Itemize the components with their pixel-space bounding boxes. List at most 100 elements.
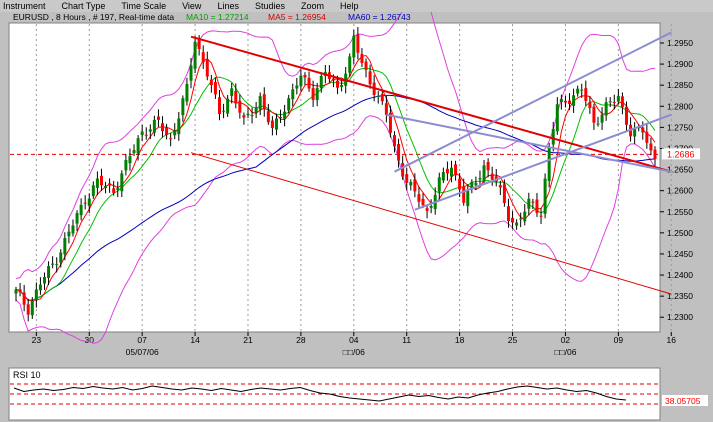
candle-body [222, 110, 226, 112]
candle-body [380, 94, 384, 102]
candle-body [209, 79, 213, 86]
candle-body [421, 198, 425, 206]
menu-view[interactable]: View [174, 0, 209, 12]
candle-body [22, 292, 26, 305]
candle-body [205, 59, 209, 77]
candle-body [95, 178, 99, 188]
menu-time-scale[interactable]: Time Scale [113, 0, 174, 12]
candle-body [413, 179, 417, 192]
x-tick-label: 21 [243, 335, 253, 345]
candle-body [38, 284, 42, 291]
candle-body [466, 190, 470, 207]
candle-body [405, 174, 409, 183]
candle-body [173, 130, 177, 136]
candle-body [112, 188, 116, 193]
candle-body [87, 198, 91, 206]
candle-body [641, 127, 645, 133]
candle-body [649, 143, 653, 151]
candle-body [409, 182, 413, 186]
plot-area[interactable] [8, 22, 661, 333]
rsi-value-label: 38.05705 [665, 396, 701, 406]
candle-body [34, 289, 38, 301]
candle-body [592, 106, 596, 123]
candle-body [417, 194, 421, 202]
candle-body [14, 289, 18, 294]
candle-body [140, 131, 144, 135]
candle-body [576, 88, 580, 94]
candle-body [71, 225, 75, 234]
candle-body [462, 186, 466, 203]
x-tick-label: 23 [32, 335, 42, 345]
candle-body [580, 89, 584, 91]
menu-help[interactable]: Help [332, 0, 367, 12]
candle-body [254, 107, 258, 113]
candle-body [531, 201, 535, 203]
candle-body [47, 266, 51, 279]
x-date-label: □□/06 [343, 347, 365, 357]
price-tag: 1.2686 [662, 148, 700, 160]
candle-body [527, 198, 531, 209]
candle-body [91, 185, 95, 197]
candle-body [620, 96, 624, 107]
candle-body [63, 237, 67, 255]
candle-body [291, 89, 295, 100]
header-ma10: MA10 = 1.27214 [186, 12, 249, 22]
x-tick-label: 16 [667, 335, 677, 345]
candle-body [539, 215, 543, 217]
candle-body [584, 88, 588, 101]
candle-body [445, 168, 449, 174]
candle-body [161, 123, 165, 132]
candle-body [506, 206, 510, 222]
candle-body [242, 115, 246, 118]
menu-instrument[interactable]: Instrument [0, 0, 54, 12]
candle-body [30, 300, 34, 316]
candle-body [470, 181, 474, 188]
menu-studies[interactable]: Studies [247, 0, 293, 12]
candle-body [356, 34, 360, 53]
candle-body [99, 175, 103, 186]
candle-body [511, 217, 515, 223]
candle-body [555, 104, 559, 132]
x-tick-label: 28 [296, 335, 306, 345]
candle-body [397, 143, 401, 161]
candle-body [588, 102, 592, 109]
candle-body [75, 213, 79, 224]
candle-body [551, 128, 555, 145]
candle-body [181, 98, 185, 116]
candle-body [266, 111, 270, 123]
candle-body [596, 123, 600, 125]
candle-body [124, 160, 128, 171]
candle-body [51, 263, 55, 265]
candle-body [425, 208, 429, 211]
candle-body [360, 53, 364, 63]
candle-body [274, 118, 278, 130]
candle-body [270, 120, 274, 129]
candle-body [246, 113, 250, 116]
candle-body [193, 41, 197, 69]
header-info: EURUSD , 8 Hours , # 197, Real-time data [13, 12, 174, 22]
menu-zoom[interactable]: Zoom [293, 0, 332, 12]
header-ma60: MA60 = 1.26743 [348, 12, 411, 22]
candle-body [295, 85, 299, 89]
candle-body [144, 134, 148, 136]
candle-body [218, 97, 221, 115]
candle-body [368, 71, 372, 85]
x-tick-label: 18 [455, 335, 465, 345]
candle-body [454, 164, 458, 176]
candle-body [608, 101, 612, 103]
candle-body [189, 65, 193, 81]
candle-body [26, 304, 30, 315]
menu-lines[interactable]: Lines [209, 0, 247, 12]
candle-body [83, 202, 87, 204]
candle-body [559, 98, 563, 103]
rsi-panel[interactable]: RSI 10 38.05705 [0, 364, 713, 422]
menu-chart-type[interactable]: Chart Type [54, 0, 114, 12]
price-chart[interactable]: 1.29501.29001.28501.28001.27501.27001.26… [0, 12, 713, 364]
candle-body [262, 94, 266, 110]
x-date-label: 05/07/06 [126, 347, 159, 357]
candle-body [156, 116, 160, 120]
candle-body [441, 172, 445, 181]
candle-body [437, 177, 441, 192]
candle-body [18, 289, 22, 293]
candle-body [279, 116, 283, 118]
